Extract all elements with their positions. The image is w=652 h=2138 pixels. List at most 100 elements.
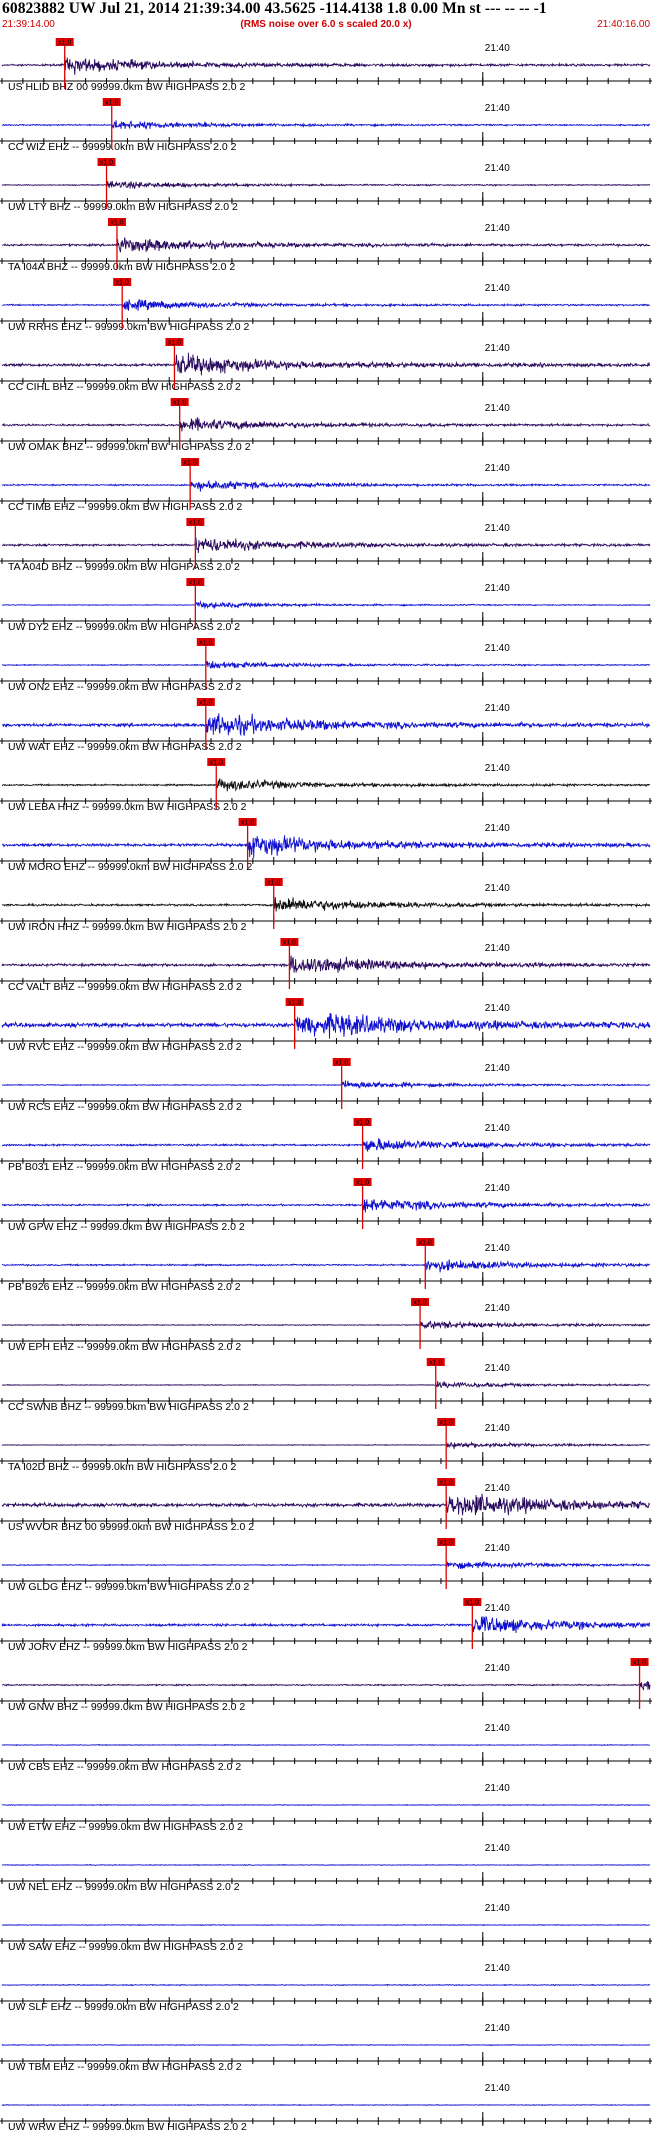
trace-label: CC WIZ EHZ -- 99999.0km BW HIGHPASS 2.0 … — [8, 141, 237, 153]
pick-marker-label: x1.0 — [184, 460, 197, 467]
trace-label: UW LTY BHZ -- 99999.0km BW HIGHPASS 2.0 … — [8, 201, 238, 213]
pick-marker-label: x1.0 — [440, 1480, 453, 1487]
waveform-trace — [1, 479, 651, 492]
waveform-trace — [1, 660, 651, 669]
waveform-trace — [1, 713, 651, 737]
pick-marker-label: x1.0 — [105, 100, 118, 107]
trace-label: UW SLF EHZ -- 99999.0km BW HIGHPASS 2.0 … — [8, 2001, 239, 2013]
pick-marker-label: x1.0 — [356, 1180, 369, 1187]
pick-marker-label: x1.0 — [58, 40, 71, 47]
waveform-trace — [1, 1441, 651, 1450]
trace-label: UW MORO EHZ -- 99999.0km BW HIGHPASS 2.0… — [8, 861, 252, 873]
waveform-trace — [1, 55, 651, 75]
pick-marker-label: x1.0 — [429, 1360, 442, 1367]
minute-label: 21:40 — [485, 1963, 510, 1974]
trace-label: UW GLDG EHZ -- 99999.0km BW HIGHPASS 2.0… — [8, 1581, 250, 1593]
minute-label: 21:40 — [485, 823, 510, 834]
waveform-trace — [1, 1615, 651, 1634]
pick-marker-label: x1.0 — [116, 280, 129, 287]
pick-marker-label: x1.0 — [466, 1600, 479, 1607]
trace-label: UW SAW EHZ -- 99999.0km BW HIGHPASS 2.0 … — [8, 1941, 243, 1953]
trace-label: US WVOR BHZ 00 99999.0km BW HIGHPASS 2.0… — [8, 1521, 254, 1533]
trace-label: TA I04A BHZ -- 99999.0km BW HIGHPASS 2.0… — [8, 261, 235, 273]
waveform-trace — [1, 537, 651, 553]
waveform-trace — [1, 1138, 651, 1152]
minute-label: 21:40 — [485, 1603, 510, 1614]
minute-label: 21:40 — [485, 43, 510, 54]
waveform-trace — [1, 1012, 651, 1039]
minute-label: 21:40 — [485, 1663, 510, 1674]
minute-label: 21:40 — [485, 583, 510, 594]
trace-label: TA I02D BHZ -- 99999.0km BW HIGHPASS 2.0… — [8, 1461, 237, 1473]
minute-label: 21:40 — [485, 1783, 510, 1794]
waveform-trace — [1, 417, 651, 432]
waveform-trace — [1, 352, 651, 376]
pick-marker-label: x1.0 — [419, 1240, 432, 1247]
pick-marker-label: x1.0 — [189, 520, 202, 527]
minute-label: 21:40 — [485, 1303, 510, 1314]
waveform-trace — [1, 600, 651, 610]
trace-label: UW GNW BHZ -- 99999.0km BW HIGHPASS 2.0 … — [8, 1701, 245, 1713]
waveform-trace — [2, 896, 651, 912]
pick-marker-label: x1.0 — [283, 940, 296, 947]
seismogram-plot: 21:40 US HLID BHZ 00 99999.0km BW HIGHPAS… — [0, 38, 652, 2133]
minute-label: 21:40 — [485, 1843, 510, 1854]
trace-label: UW LEBA HHZ -- 99999.0km BW HIGHPASS 2.0… — [8, 801, 247, 813]
pick-marker-label: x1.0 — [335, 1060, 348, 1067]
waveform-trace — [2, 1743, 651, 1747]
minute-label: 21:40 — [485, 163, 510, 174]
minute-label: 21:40 — [485, 1543, 510, 1554]
waveform-trace — [1, 237, 651, 253]
event-title: 60823882 UW Jul 21, 2014 21:39:34.00 43.… — [2, 0, 547, 17]
minute-label: 21:40 — [485, 403, 510, 414]
minute-label: 21:40 — [485, 1723, 510, 1734]
pick-marker-label: x1.0 — [168, 340, 181, 347]
minute-label: 21:40 — [485, 1123, 510, 1134]
waveform-trace — [1, 1493, 650, 1516]
trace-label: UW CBS EHZ -- 99999.0km BW HIGHPASS 2.0 … — [8, 1761, 241, 1773]
waveform-trace — [2, 1680, 651, 1691]
pick-marker-label: x1.0 — [100, 160, 113, 167]
minute-label: 21:40 — [485, 1363, 510, 1374]
trace-label: CC VALT BHZ -- 99999.0km BW HIGHPASS 2.0… — [8, 981, 242, 993]
minute-label: 21:40 — [485, 343, 510, 354]
trace-label: UW NEL EHZ -- 99999.0km BW HIGHPASS 2.0 … — [8, 1881, 240, 1893]
waveform-trace — [1, 120, 651, 130]
pick-marker-label: x1.0 — [173, 400, 186, 407]
trace-label: UW IRON HHZ -- 99999.0km BW HIGHPASS 2.0… — [8, 921, 247, 933]
trace-label: UW RRHS EHZ -- 99999.0km BW HIGHPASS 2.0… — [8, 321, 250, 333]
minute-label: 21:40 — [485, 463, 510, 474]
pick-marker-label: x1.0 — [267, 880, 280, 887]
waveform-trace — [1, 2043, 651, 2047]
pick-marker-label: x1.0 — [356, 1120, 369, 1127]
waveform-trace — [1, 777, 651, 792]
trace-label: UW JORV EHZ -- 99999.0km BW HIGHPASS 2.0… — [8, 1641, 248, 1653]
minute-label: 21:40 — [485, 2023, 510, 2034]
pick-marker-label: x1.0 — [210, 760, 223, 767]
trace-label: CC SWNB BHZ -- 99999.0km BW HIGHPASS 2.0… — [8, 1401, 249, 1413]
minute-label: 21:40 — [485, 2083, 510, 2094]
trace-label: PB B031 EHZ -- 99999.0km BW HIGHPASS 2.0… — [8, 1161, 241, 1173]
minute-label: 21:40 — [485, 523, 510, 534]
waveform-trace — [2, 298, 651, 311]
waveform-trace — [1, 1803, 651, 1807]
trace-label: UW GPW EHZ -- 99999.0km BW HIGHPASS 2.0 … — [8, 1221, 245, 1233]
waveform-trace — [1, 955, 651, 973]
waveform-trace — [1, 835, 651, 859]
minute-label: 21:40 — [485, 1423, 510, 1434]
waveform-trace — [2, 1259, 651, 1273]
pick-marker-label: x1.0 — [241, 820, 254, 827]
pick-marker-label: x1.0 — [288, 1000, 301, 1007]
trace-label: PB B926 EHZ -- 99999.0km BW HIGHPASS 2.0… — [8, 1281, 241, 1293]
minute-label: 21:40 — [485, 883, 510, 894]
minute-label: 21:40 — [485, 1483, 510, 1494]
trace-label: US HLID BHZ 00 99999.0km BW HIGHPASS 2.0… — [8, 81, 245, 93]
pick-marker-label: x1.0 — [440, 1420, 453, 1427]
waveform-trace — [1, 2103, 651, 2107]
waveform-trace — [1, 1983, 651, 1987]
trace-label: UW WRW EHZ -- 99999.0km BW HIGHPASS 2.0 … — [8, 2121, 247, 2133]
noise-note: (RMS noise over 6.0 s scaled 20.0 x) — [240, 19, 412, 30]
pick-marker-label: x1.0 — [199, 640, 212, 647]
trace-label: UW OMAK BHZ -- 99999.0km BW HIGHPASS 2.0… — [8, 441, 251, 453]
trace-label: UW RCS EHZ -- 99999.0km BW HIGHPASS 2.0 … — [8, 1101, 242, 1113]
